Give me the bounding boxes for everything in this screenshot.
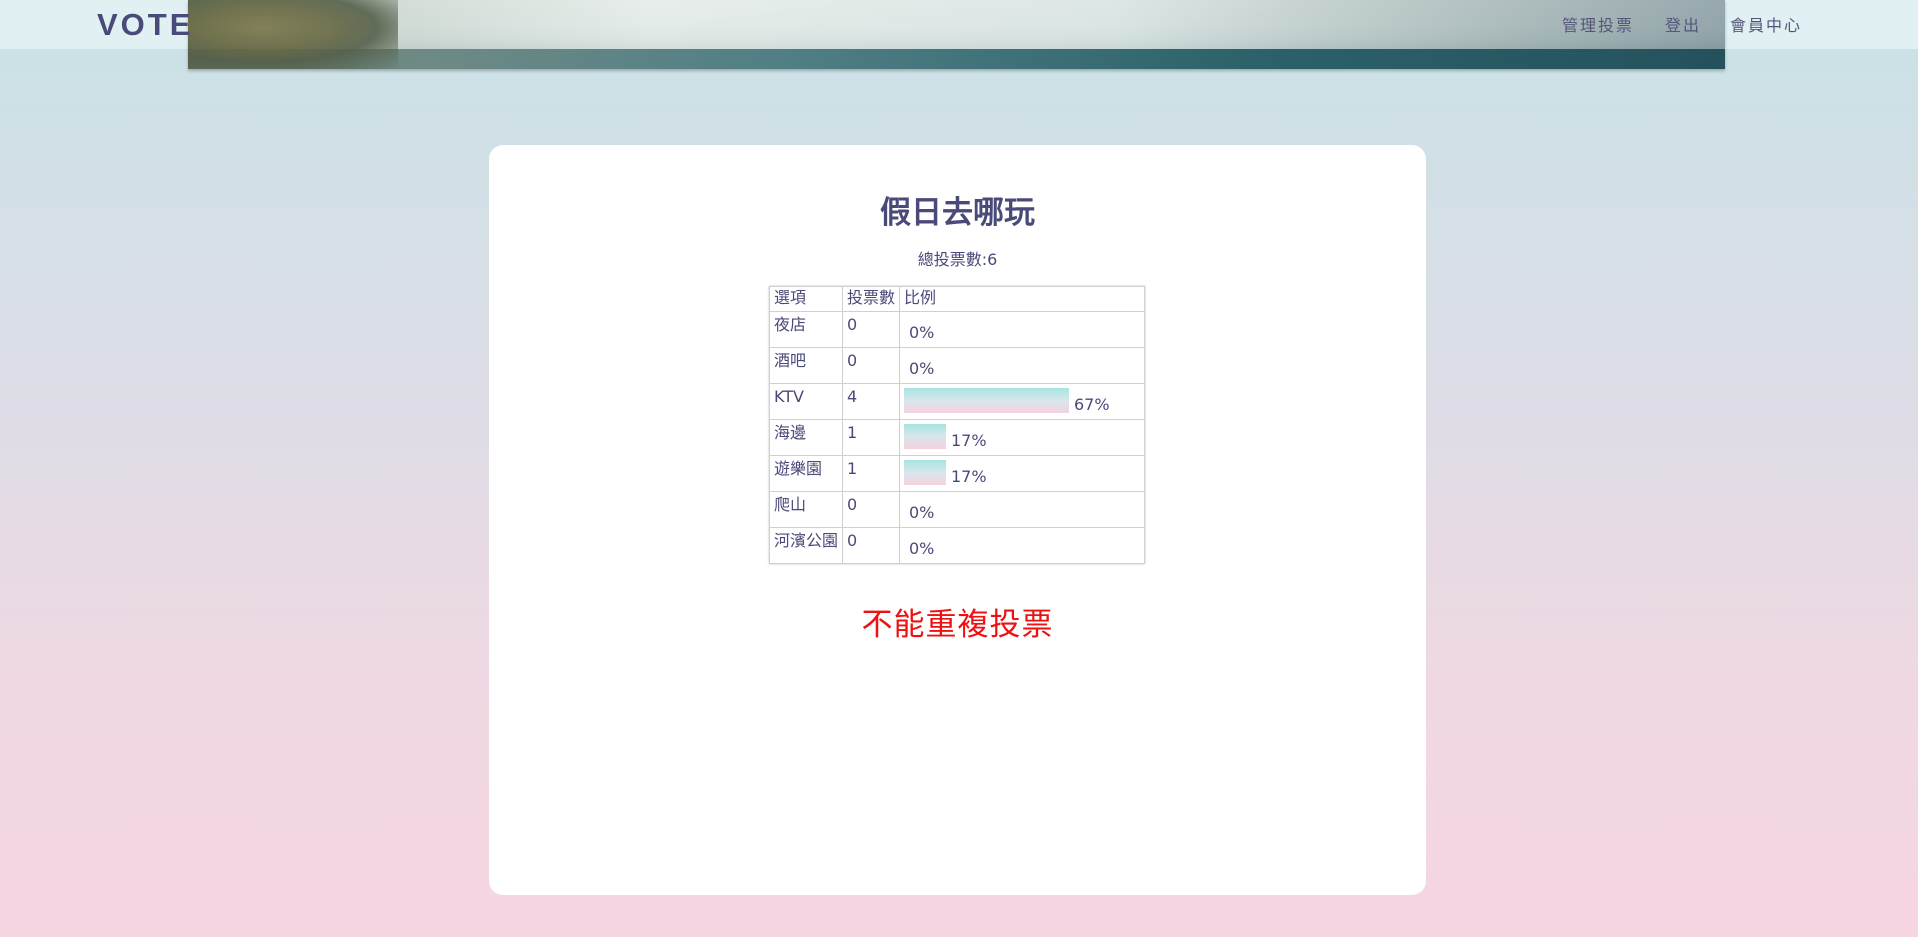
vote-count: 0 (842, 527, 900, 564)
table-row: 河濱公園 0 0% (769, 527, 1145, 564)
table-row: KTV 4 67% (769, 383, 1145, 420)
header-banner-image (188, 0, 1725, 69)
ratio-bar-wrapper: 0% (904, 528, 1140, 563)
vote-count: 1 (842, 419, 900, 456)
ratio-percent: 0% (909, 503, 935, 522)
ratio-bar (904, 424, 946, 449)
poll-title: 假日去哪玩 (880, 195, 1035, 231)
ratio-bar-wrapper: 0% (904, 348, 1140, 383)
ratio-cell: 0% (899, 527, 1145, 564)
column-header-ratio: 比例 (899, 286, 1145, 312)
nav-manage-polls[interactable]: 管理投票 (1562, 14, 1634, 38)
option-name: 海邊 (769, 419, 843, 456)
ratio-bar-wrapper: 0% (904, 312, 1140, 347)
option-name: 河濱公園 (769, 527, 843, 564)
option-name: 夜店 (769, 311, 843, 348)
ratio-bar (904, 388, 1069, 413)
ratio-percent: 0% (909, 539, 935, 558)
banner-sea (188, 49, 1725, 69)
option-name: 酒吧 (769, 347, 843, 384)
table-header-row: 選項 投票數 比例 (769, 286, 1145, 312)
ratio-cell: 0% (899, 491, 1145, 528)
banner-sky (188, 0, 1725, 49)
ratio-percent: 0% (909, 323, 935, 342)
vote-count: 0 (842, 491, 900, 528)
vote-count: 0 (842, 347, 900, 384)
poll-result-card: 假日去哪玩 總投票數:6 選項 投票數 比例 夜店 0 0% 酒吧 0 0% KTV 4 67%… (489, 145, 1426, 895)
column-header-option: 選項 (769, 286, 843, 312)
option-name: KTV (769, 383, 843, 420)
table-row: 夜店 0 0% (769, 311, 1145, 348)
ratio-bar-wrapper: 17% (904, 456, 1140, 491)
column-header-votes: 投票數 (842, 286, 900, 312)
table-row: 遊樂園 1 17% (769, 455, 1145, 492)
ratio-percent: 0% (909, 359, 935, 378)
ratio-cell: 67% (899, 383, 1145, 420)
ratio-bar (904, 460, 946, 485)
ratio-bar-wrapper: 67% (904, 384, 1140, 419)
banner-cliff (188, 0, 398, 69)
table-row: 海邊 1 17% (769, 419, 1145, 456)
nav-member-center[interactable]: 會員中心 (1730, 14, 1802, 38)
ratio-bar-wrapper: 0% (904, 492, 1140, 527)
ratio-cell: 17% (899, 455, 1145, 492)
nav-logout[interactable]: 登出 (1665, 14, 1701, 38)
option-name: 遊樂園 (769, 455, 843, 492)
total-votes: 總投票數:6 (917, 250, 998, 269)
ratio-cell: 0% (899, 311, 1145, 348)
vote-count: 0 (842, 311, 900, 348)
duplicate-vote-warning: 不能重複投票 (861, 607, 1054, 643)
vote-count: 4 (842, 383, 900, 420)
ratio-cell: 0% (899, 347, 1145, 384)
vote-count: 1 (842, 455, 900, 492)
option-name: 爬山 (769, 491, 843, 528)
results-table: 選項 投票數 比例 夜店 0 0% 酒吧 0 0% KTV 4 67% 海邊 1 17% 遊樂園 1 17%… (769, 286, 1145, 564)
ratio-percent: 17% (951, 467, 987, 486)
ratio-cell: 17% (899, 419, 1145, 456)
site-logo[interactable]: VOTE (97, 6, 193, 44)
table-row: 爬山 0 0% (769, 491, 1145, 528)
table-row: 酒吧 0 0% (769, 347, 1145, 384)
ratio-percent: 67% (1074, 395, 1110, 414)
ratio-bar-wrapper: 17% (904, 420, 1140, 455)
ratio-percent: 17% (951, 431, 987, 450)
